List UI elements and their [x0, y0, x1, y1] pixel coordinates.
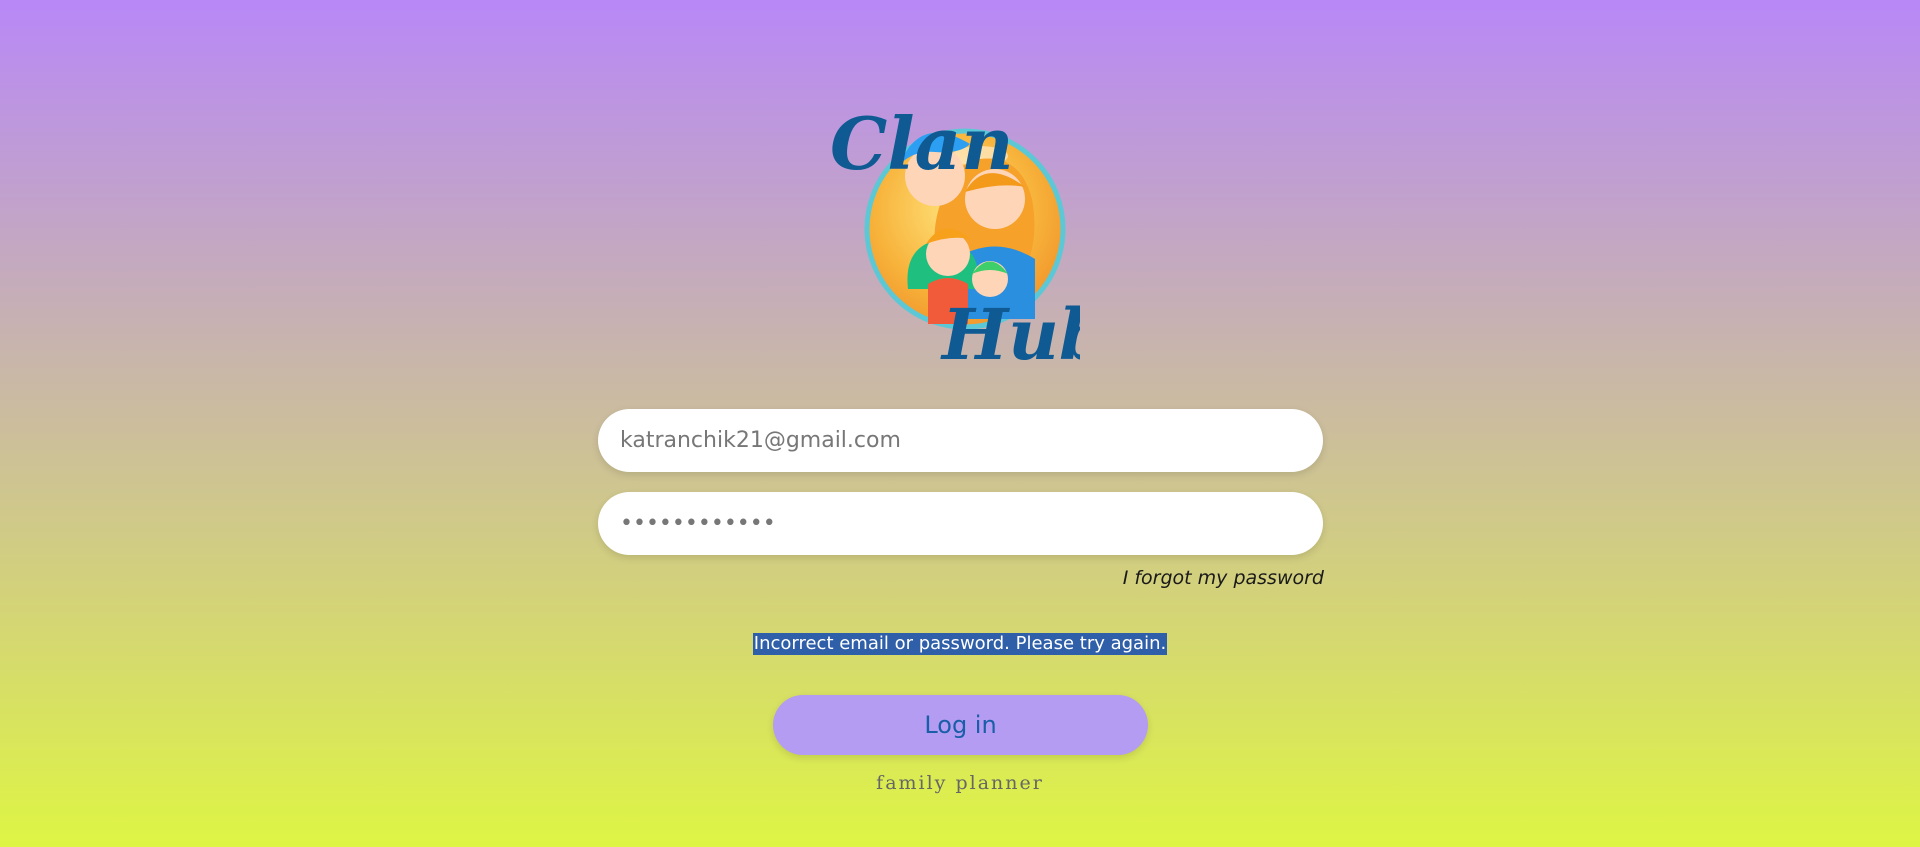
logo-word-hub: Hub [940, 293, 1080, 374]
error-message-container: Incorrect email or password. Please try … [0, 633, 1920, 655]
email-input[interactable] [620, 409, 1301, 472]
error-message: Incorrect email or password. Please try … [752, 633, 1168, 655]
logo-word-clan: Clan [830, 101, 1014, 186]
clanhub-logo: Clan Hub [830, 84, 1080, 374]
password-field[interactable]: •••••••••••• [598, 492, 1323, 555]
forgot-password-link[interactable]: I forgot my password [1123, 567, 1324, 589]
logo-graphic: Clan Hub [830, 101, 1080, 374]
tagline: family planner [876, 772, 1044, 794]
login-button[interactable]: Log in [773, 695, 1148, 755]
password-input[interactable]: •••••••••••• [620, 511, 776, 536]
email-field[interactable] [598, 409, 1323, 472]
